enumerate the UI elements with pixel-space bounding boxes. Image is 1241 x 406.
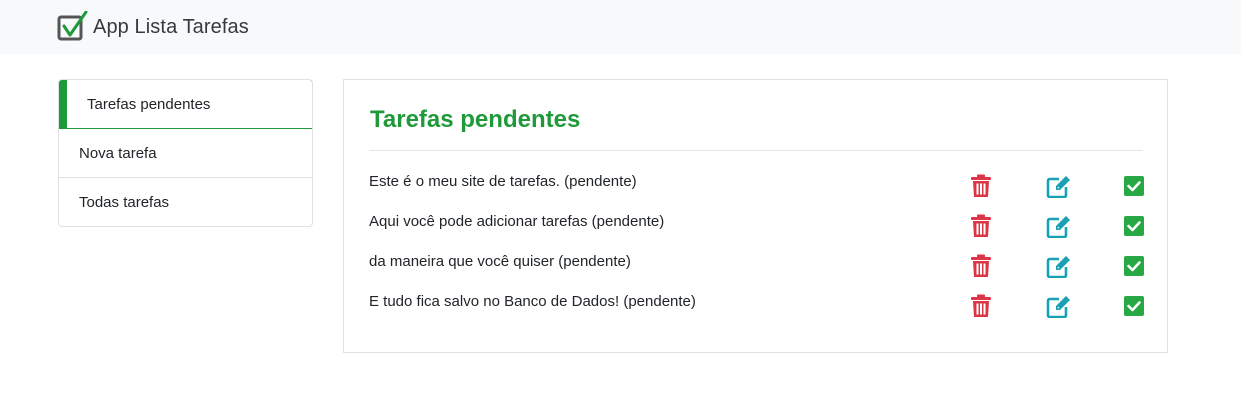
task-row: da maneira que você quiser (pendente) [369,252,1146,292]
sidebar-item-pending[interactable]: Tarefas pendentes [59,80,312,129]
task-row: Aqui você pode adicionar tarefas (penden… [369,212,1146,252]
sidebar-item-label: Todas tarefas [79,194,170,211]
check-square-icon[interactable] [1122,214,1146,238]
task-text: Aqui você pode adicionar tarefas (penden… [369,213,665,230]
task-text: Este é o meu site de tarefas. (pendente) [369,173,637,190]
check-square-icon[interactable] [1122,294,1146,318]
trash-icon[interactable] [969,214,993,238]
trash-icon[interactable] [969,174,993,198]
edit-icon[interactable] [1046,294,1070,318]
sidebar-item-all-tasks[interactable]: Todas tarefas [59,178,312,226]
brand-link[interactable]: App Lista Tarefas [57,10,249,44]
edit-icon[interactable] [1046,254,1070,278]
tasks-card: Tarefas pendentes Este é o meu site de t… [343,79,1168,353]
sidebar-item-label: Tarefas pendentes [87,95,211,113]
check-square-icon[interactable] [1122,174,1146,198]
check-square-icon[interactable] [1122,254,1146,278]
trash-icon[interactable] [969,294,993,318]
page-title: Tarefas pendentes [370,106,581,133]
edit-icon[interactable] [1046,214,1070,238]
task-text: E tudo fica salvo no Banco de Dados! (pe… [369,293,696,310]
edit-icon[interactable] [1046,174,1070,198]
app-title: App Lista Tarefas [93,15,249,38]
task-text: da maneira que você quiser (pendente) [369,253,631,270]
sidebar-menu: Tarefas pendentes Nova tarefa Todas tare… [58,79,313,227]
task-row: Este é o meu site de tarefas. (pendente) [369,172,1146,212]
sidebar-item-label: Nova tarefa [79,144,157,162]
sidebar-item-new-task[interactable]: Nova tarefa [59,129,312,178]
trash-icon[interactable] [969,254,993,278]
title-divider [369,150,1143,151]
checkbox-check-icon [57,11,88,41]
task-row: E tudo fica salvo no Banco de Dados! (pe… [369,292,1146,332]
navbar: App Lista Tarefas [0,0,1241,54]
